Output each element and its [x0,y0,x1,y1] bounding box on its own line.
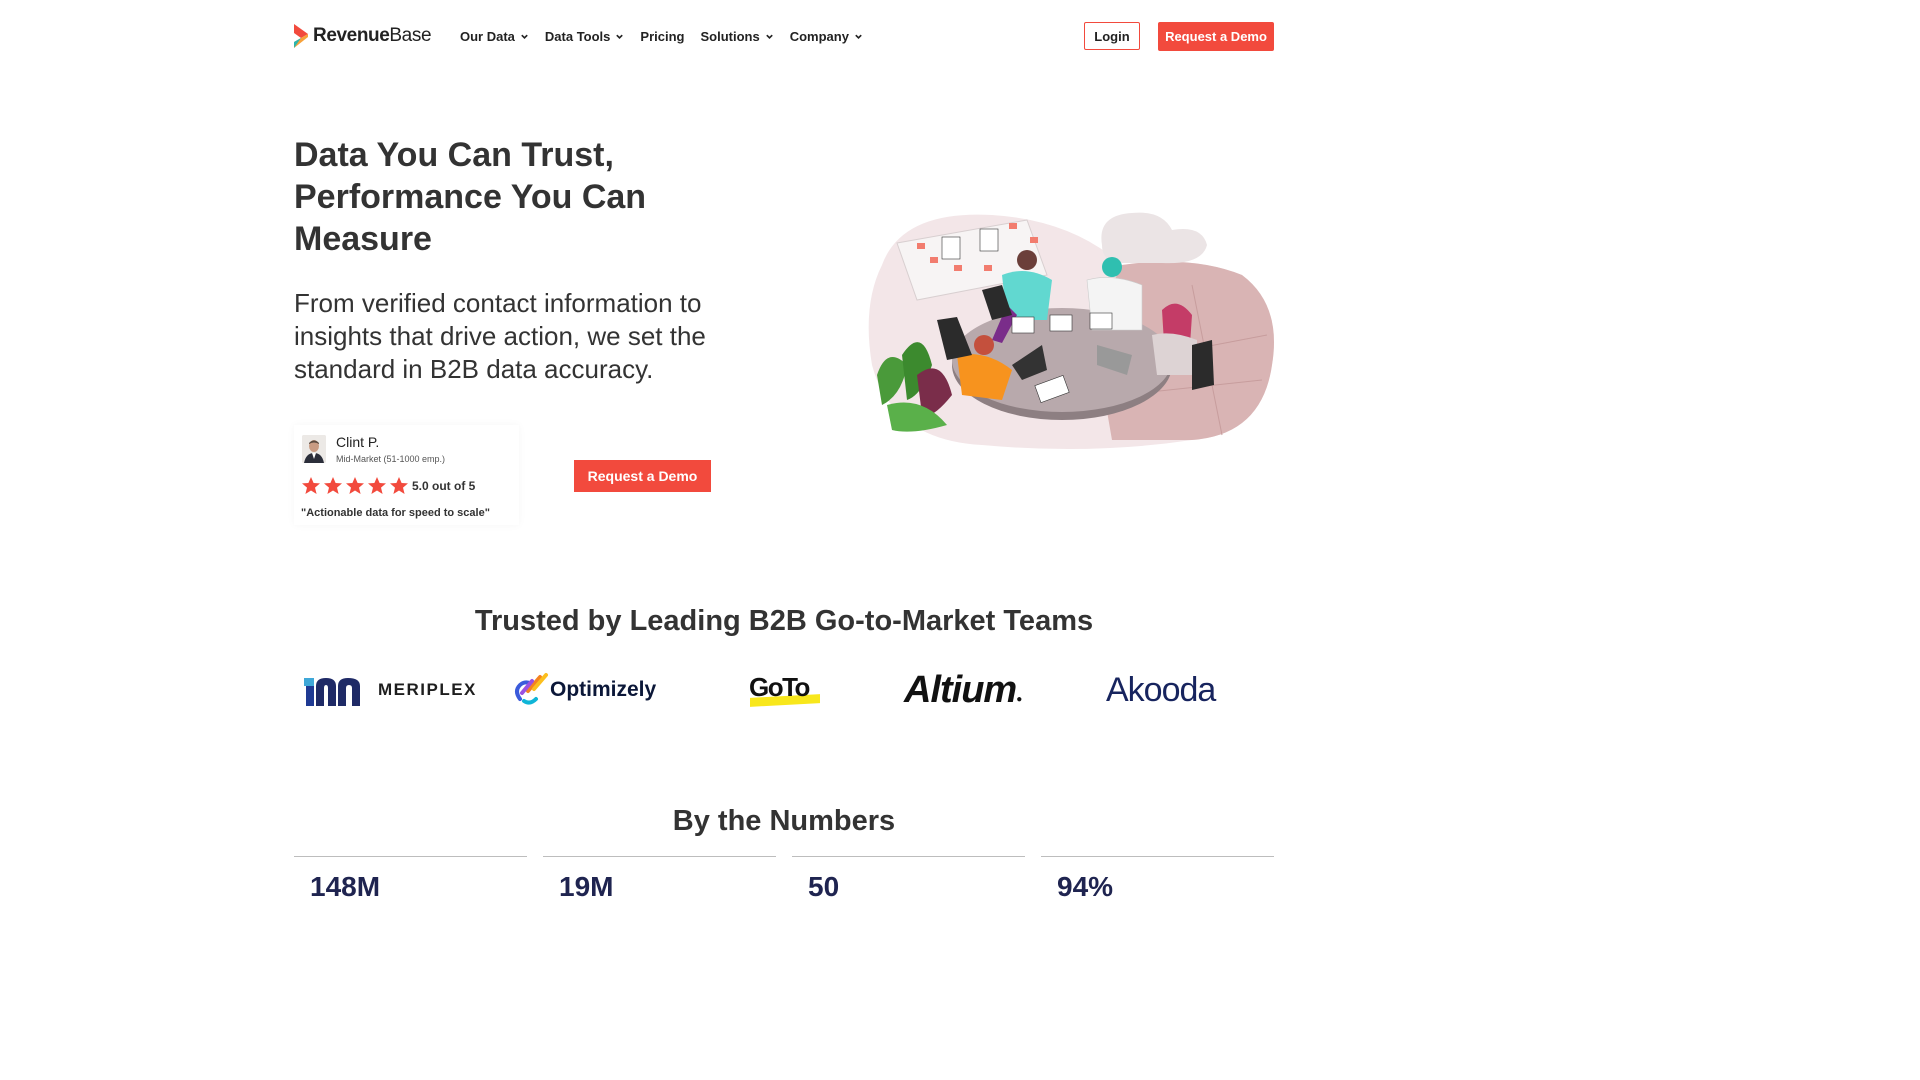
stat-value: 148M [310,871,381,902]
menu-our-data-label: Our Data [460,29,515,44]
numbers-section-title: By the Numbers [672,805,896,837]
reviewer-name: Clint P. [336,434,380,450]
login-button[interactable]: Login [1084,22,1140,50]
meriplex-logo: MERIPLEX [304,660,477,720]
revenuebase-logo[interactable]: RevenueBase [293,23,432,49]
meriplex-icon [304,678,360,706]
stat-card: 94% [1041,856,1274,902]
hero-title: Data You Can Trust, Performance You Can … [294,136,647,258]
review-card: Clint P. Mid-Market (51-1000 emp.) 5.0 o… [294,425,519,525]
goto-logo: GoTo [748,660,822,720]
chevron-down-icon [616,34,624,39]
meriplex-wordmark: MERIPLEX [378,680,477,699]
menu-solutions-label: Solutions [700,29,760,44]
menu-pricing-label: Pricing [640,29,685,44]
stat-card: 50 [792,856,1025,902]
stat-value: 50 [808,871,840,902]
menu-company[interactable]: Company [790,29,863,44]
star-icon [368,477,386,494]
request-demo-button-header[interactable]: Request a Demo [1158,22,1274,51]
star-icon [346,477,364,494]
stat-value: 94% [1057,871,1114,902]
team-meeting-illustration [868,212,1274,449]
menu-solutions[interactable]: Solutions [700,29,773,44]
chevron-down-icon [521,34,528,39]
akooda-wordmark: Akooda [1106,670,1216,709]
menu-data-tools[interactable]: Data Tools [545,29,625,44]
request-demo-button-hero[interactable]: Request a Demo [574,460,711,492]
trusted-section-title: Trusted by Leading B2B Go-to-Market Team… [474,605,1094,637]
goto-wordmark: GoTo [749,672,810,702]
optimizely-logo: Optimizely [512,660,656,720]
altium-wordmark: Altium [904,668,1017,711]
menu-data-tools-label: Data Tools [544,29,611,44]
star-icon [390,477,408,494]
menu-pricing[interactable]: Pricing [640,29,684,44]
chevron-down-icon [765,34,773,39]
star-icon [324,477,342,494]
akooda-logo: Akooda [1106,660,1216,720]
reviewer-segment: Mid-Market (51-1000 emp.) [336,454,446,464]
altium-logo: Altium ● [904,668,1023,711]
stat-card: 19M [543,856,776,902]
optimizely-wordmark: Optimizely [550,678,657,701]
logo-mark-icon [294,24,308,48]
star-rating [301,476,409,496]
chevron-down-icon [855,34,862,39]
optimizely-icon [515,673,548,705]
reviewer-avatar [302,435,326,463]
top-navigation: RevenueBase Our Data Data Tools Pricing … [0,0,1568,74]
stat-value: 19M [559,871,614,902]
star-icon [302,477,320,494]
review-quote: "Actionable data for speed to scale" [301,507,490,519]
menu-our-data[interactable]: Our Data [460,29,529,44]
hero-subtitle: From verified contact information to ins… [294,288,706,384]
stat-card: 148M [294,856,527,902]
logo-text: RevenueBase [313,25,432,46]
customer-logos: MERIPLEX Optimizely GoTo Altium ● Akooda [294,660,1274,720]
goto-mark: GoTo [748,670,822,710]
main-menu: Our Data Data Tools Pricing Solutions Co… [460,29,879,44]
rating-text: 5.0 out of 5 [412,479,476,493]
menu-company-label: Company [789,29,849,44]
